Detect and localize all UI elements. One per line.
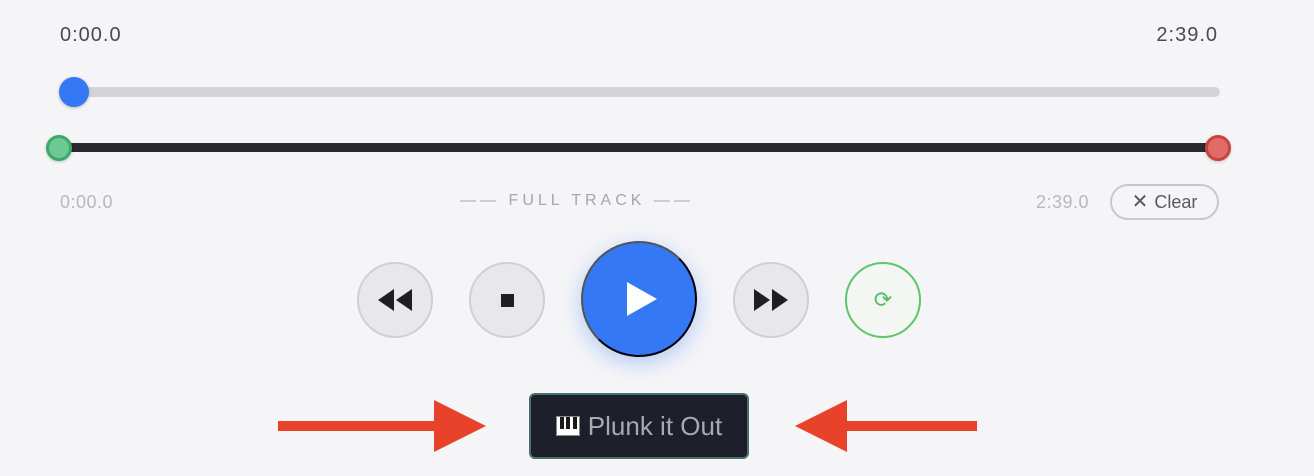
loop-icon: ⟳ (873, 287, 893, 313)
left-arrow-icon (795, 400, 977, 452)
loop-button[interactable]: ⟳ (845, 262, 921, 338)
range-mode-label: —— FULL TRACK —— (460, 192, 694, 209)
range-start-handle[interactable] (46, 135, 72, 161)
stop-icon (500, 293, 514, 307)
play-button[interactable] (581, 241, 697, 357)
right-arrow-icon (278, 400, 486, 452)
audio-player: 0:00.0 2:39.0 0:00.0 —— FULL TRACK —— 2:… (0, 0, 1314, 476)
play-icon (627, 282, 657, 316)
rewind-icon (378, 289, 412, 311)
range-end-handle[interactable] (1205, 135, 1231, 161)
plunk-button-label: Plunk it Out (587, 410, 723, 441)
progress-thumb[interactable] (59, 77, 89, 107)
piano-icon (555, 416, 580, 436)
close-icon: ✕ (1131, 191, 1149, 213)
range-end-time: 2:39.0 (1036, 192, 1090, 212)
clear-range-button[interactable]: ✕ Clear (1110, 184, 1219, 220)
current-time: 0:00.0 (60, 24, 122, 46)
fast-forward-button[interactable] (733, 262, 809, 338)
progress-bar[interactable] (72, 87, 1220, 97)
stop-button[interactable] (469, 262, 545, 338)
plunk-it-out-button[interactable]: Plunk it Out (529, 393, 749, 459)
rewind-button[interactable] (357, 262, 433, 338)
clear-button-label: Clear (1154, 191, 1198, 212)
total-duration: 2:39.0 (1156, 24, 1218, 46)
fast-forward-icon (754, 289, 788, 311)
loop-range-track[interactable] (60, 143, 1220, 152)
